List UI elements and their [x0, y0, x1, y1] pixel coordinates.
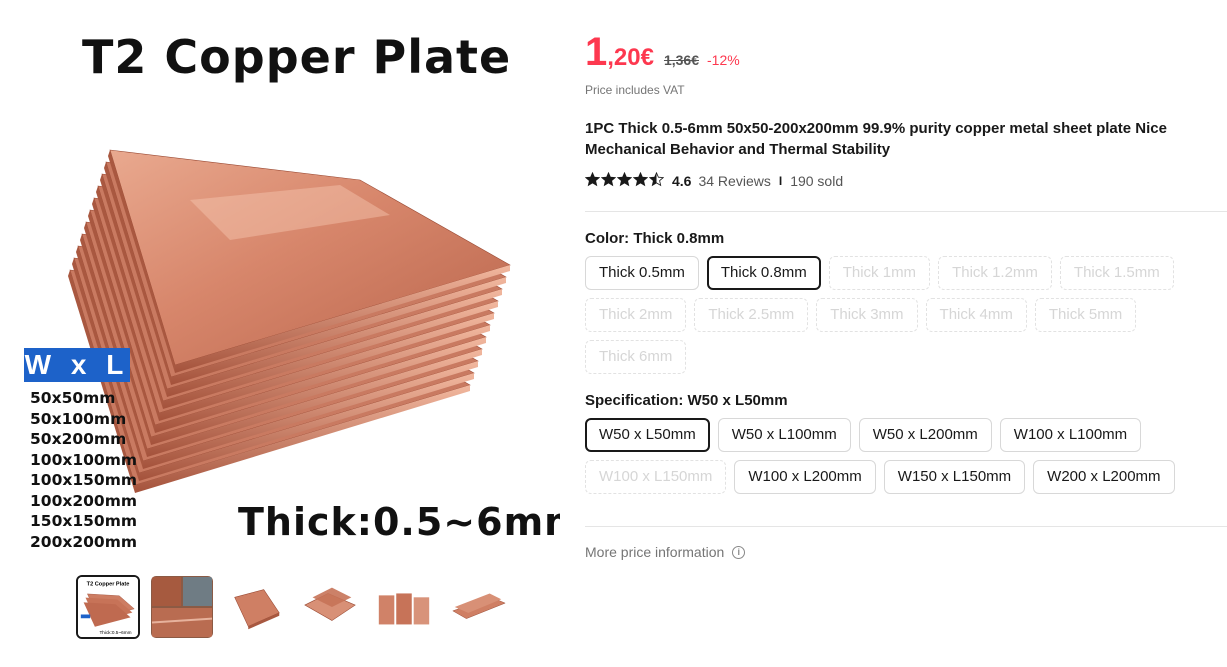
size-list-item: 100x200mm	[30, 491, 138, 510]
thumbnail-1[interactable]: T2 Copper Plate Thick:0.5~6mm	[76, 575, 140, 639]
star-icon	[632, 171, 649, 190]
rating-row: 4.6 34 Reviews I 190 sold	[584, 171, 844, 190]
specification-option[interactable]: W100 x L100mm	[999, 418, 1142, 452]
vat-note: Price includes VAT	[585, 83, 685, 97]
original-price: 1,36€	[663, 52, 700, 68]
color-option: Thick 3mm	[816, 298, 918, 332]
color-option: Thick 2mm	[585, 298, 687, 332]
star-rating	[584, 171, 665, 190]
thumbnail-3[interactable]	[224, 575, 288, 639]
color-option: Thick 1.5mm	[1059, 256, 1174, 290]
current-price: 1,20€	[585, 30, 654, 74]
star-half-icon	[648, 171, 665, 190]
price-row: 1,20€ 1,36€ -12%	[585, 30, 740, 75]
thumbnail-image	[225, 576, 287, 638]
specification-option[interactable]: W150 x L150mm	[883, 460, 1026, 494]
thumbnail-image: T2 Copper Plate Thick:0.5~6mm	[78, 577, 138, 637]
color-option: Thick 6mm	[585, 340, 687, 374]
specification-option: W100 x L150mm	[585, 460, 727, 494]
color-option: Thick 1.2mm	[938, 256, 1052, 290]
color-option: Thick 5mm	[1034, 298, 1137, 332]
specification-option[interactable]: W50 x L200mm	[858, 418, 992, 452]
main-product-image[interactable]: T2 Copper Plate W x L 50x50mm 50x100mm 50x…	[20, 20, 560, 560]
size-list-item: 50x100mm	[30, 409, 127, 428]
size-list-item: 200x200mm	[30, 532, 138, 551]
product-gallery: T2 Copper Plate W x L 50x50mm 50x100mm 50x…	[0, 0, 575, 667]
color-option: Thick 1mm	[828, 256, 931, 290]
specification-options: W50 x L50mm W50 x L100mm W50 x L200mm W100 …	[585, 418, 1205, 494]
image-title-text: T2 Copper Plate	[82, 30, 512, 84]
thumbnail-image	[447, 576, 509, 638]
thumbnail-image	[299, 576, 361, 638]
star-icon	[616, 171, 633, 190]
color-label: Color: Thick 0.8mm	[585, 230, 725, 247]
specification-option[interactable]: W50 x L50mm	[585, 418, 710, 452]
svg-text:T2 Copper Plate: T2 Copper Plate	[87, 581, 130, 587]
thickness-caption: Thick:0.5~6mm	[238, 500, 560, 544]
specification-label: Specification: W50 x L50mm	[585, 392, 788, 409]
thumbnail-5[interactable]	[372, 575, 436, 639]
color-option: Thick 2.5mm	[694, 298, 809, 332]
color-options: Thick 0.5mm Thick 0.8mm Thick 1mm Thick 1.2…	[585, 256, 1205, 374]
color-option: Thick 4mm	[925, 298, 1027, 332]
size-list-item: 50x50mm	[30, 389, 116, 407]
info-circle-icon: i	[732, 545, 746, 559]
separator: I	[778, 174, 783, 188]
specification-option[interactable]: W50 x L100mm	[717, 418, 851, 452]
color-option[interactable]: Thick 0.5mm	[585, 256, 699, 290]
reviews-link[interactable]: 34 Reviews	[698, 173, 770, 189]
rating-value: 4.6	[672, 173, 692, 189]
thumbnail-6[interactable]	[446, 575, 510, 639]
thumbnail-image	[373, 576, 435, 638]
product-title: 1PC Thick 0.5-6mm 50x50-200x200mm 99.9% …	[585, 120, 1167, 158]
divider	[585, 211, 1227, 212]
more-price-info-label: More price information	[585, 544, 725, 560]
svg-text:Thick:0.5~6mm: Thick:0.5~6mm	[99, 630, 131, 635]
size-list: 50x50mm 50x100mm 50x200mm 100x100mm 100x150m…	[30, 388, 137, 552]
star-icon	[600, 171, 617, 190]
size-list-item: 50x200mm	[30, 430, 127, 448]
divider	[585, 526, 1227, 527]
thumbnail-strip: T2 Copper Plate Thick:0.5~6mm	[76, 575, 510, 639]
discount-badge: -12%	[707, 52, 740, 68]
sold-count: 190 sold	[790, 173, 844, 189]
thumbnail-4[interactable]	[298, 575, 362, 639]
star-icon	[584, 171, 601, 190]
more-price-info[interactable]: More price information i	[585, 544, 746, 560]
thumbnail-2[interactable]	[150, 575, 214, 639]
color-option[interactable]: Thick 0.8mm	[706, 256, 821, 290]
thumbnail-image	[151, 576, 213, 638]
size-list-item: 100x100mm	[30, 450, 138, 469]
dimension-badge: W x L	[24, 348, 130, 382]
specification-option[interactable]: W100 x L200mm	[734, 460, 876, 494]
size-list-item: 150x150mm	[30, 512, 138, 530]
specification-option[interactable]: W200 x L200mm	[1033, 460, 1175, 494]
size-list-item: 100x150mm	[30, 471, 138, 489]
